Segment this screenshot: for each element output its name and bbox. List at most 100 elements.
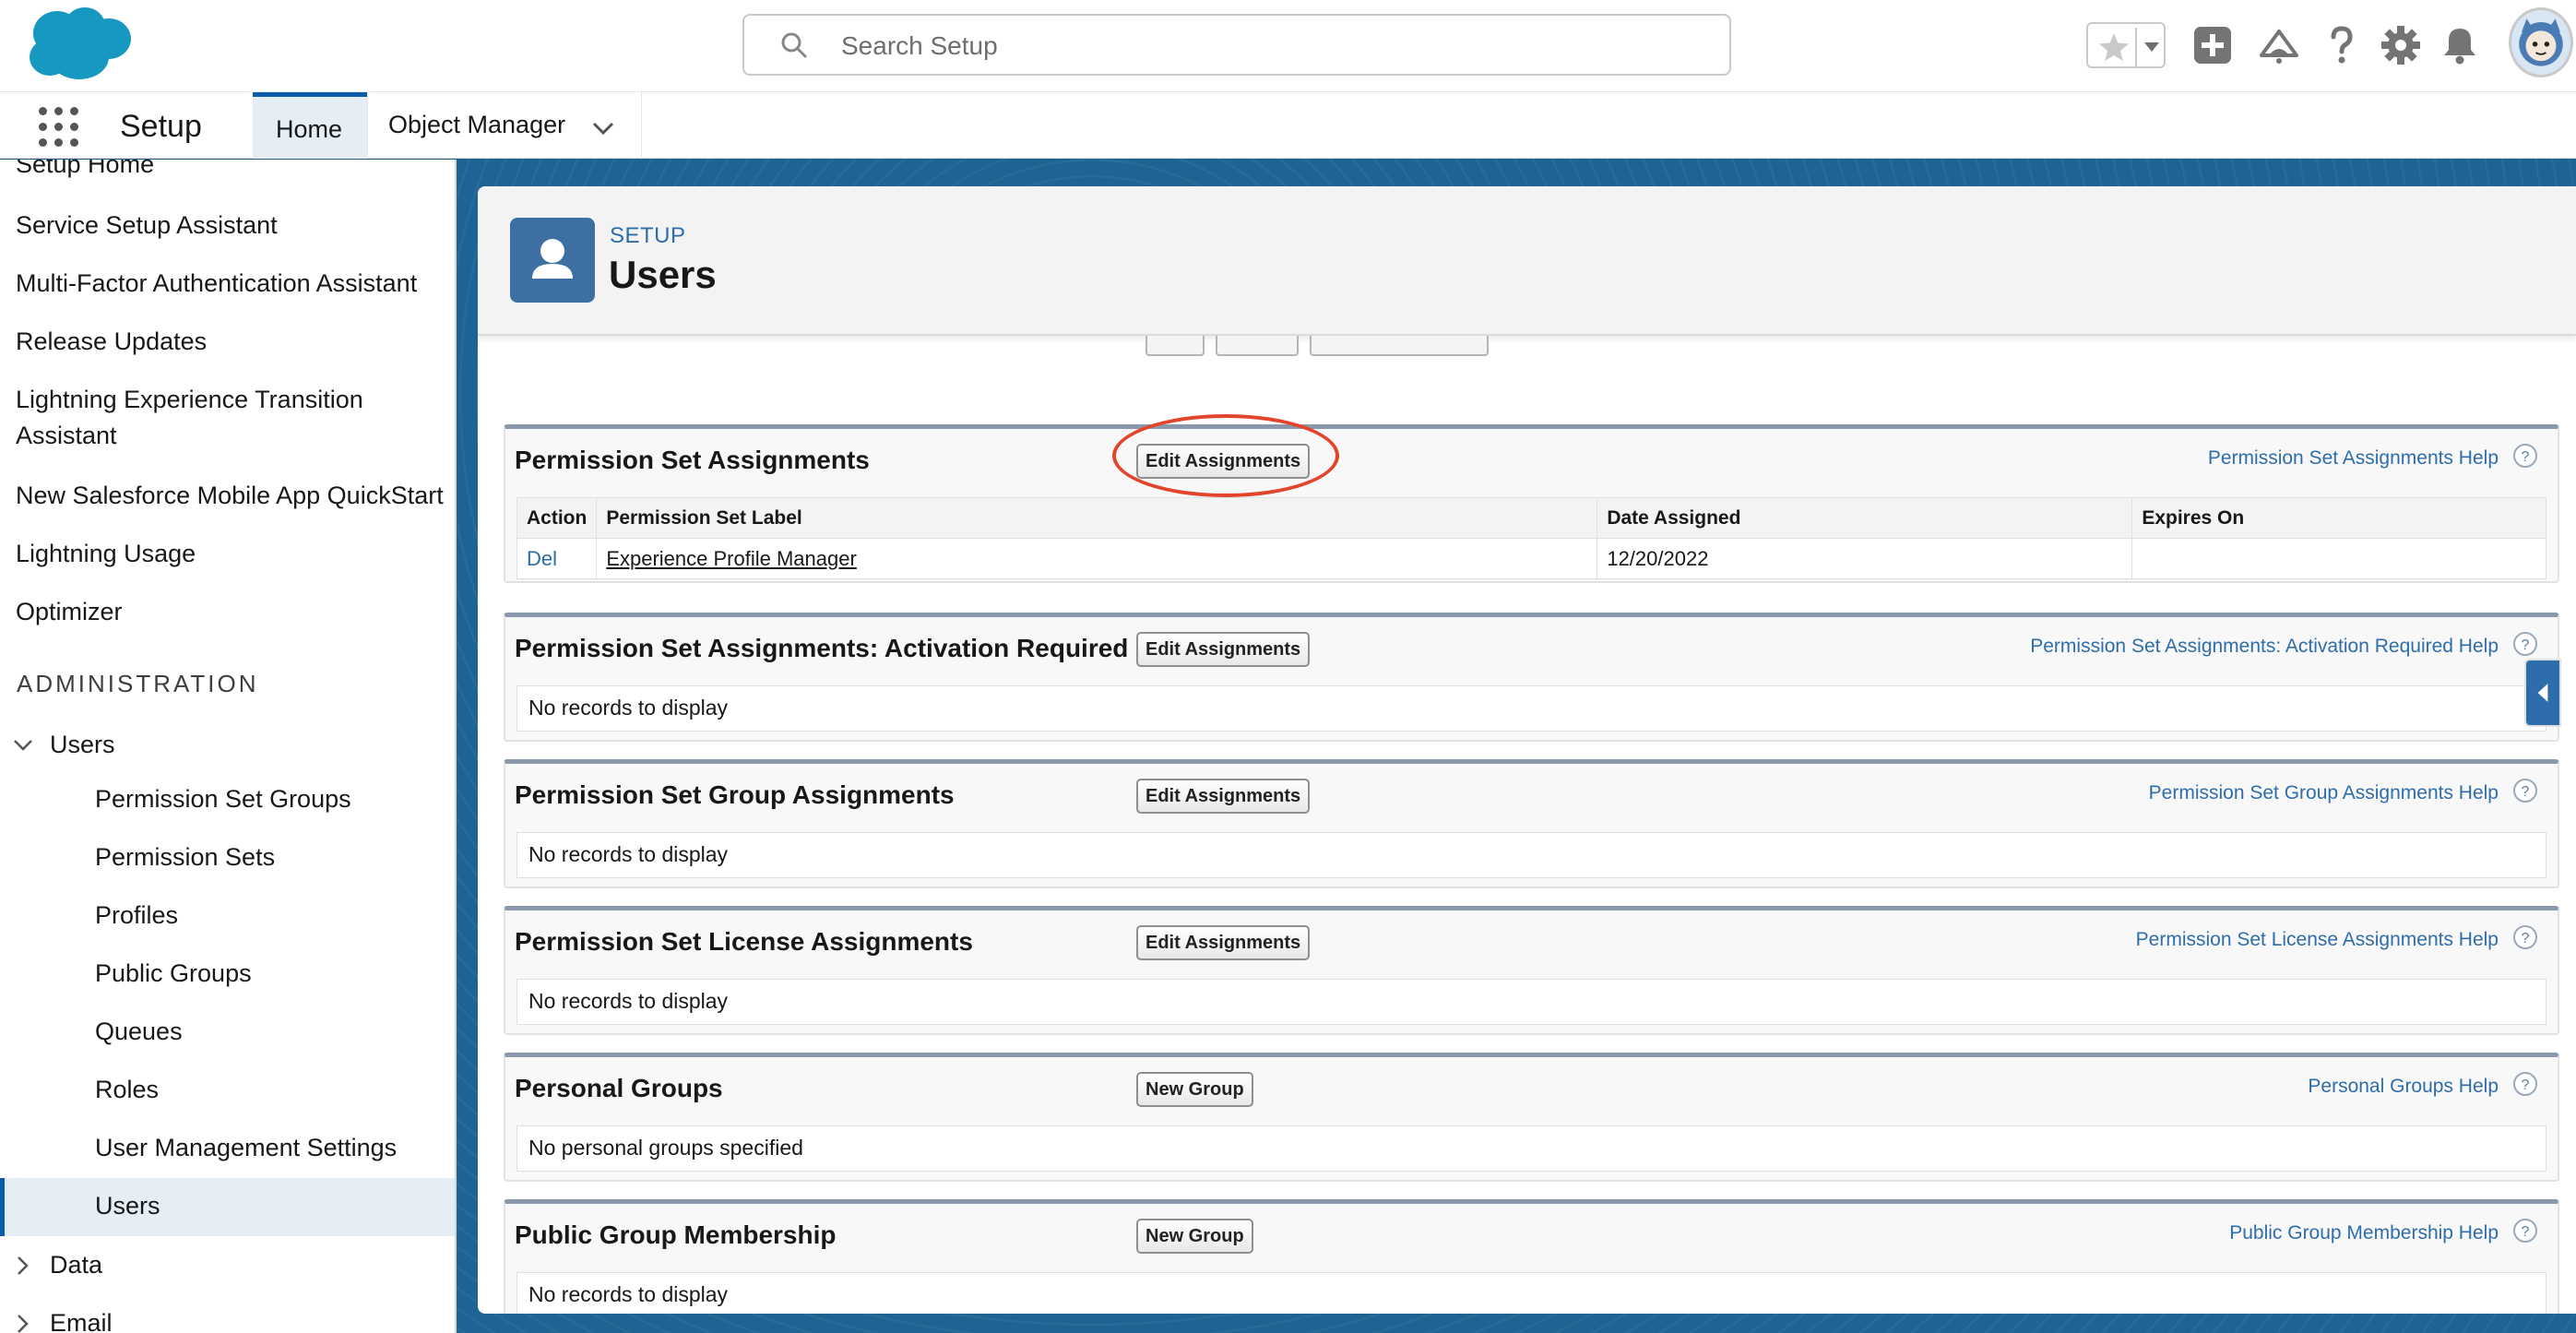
sidebar-item-mfa-assistant[interactable]: Multi-Factor Authentication Assistant	[16, 266, 417, 301]
delete-link[interactable]: Del	[527, 547, 557, 570]
bell-icon[interactable]	[2439, 24, 2481, 66]
column-header-label: Permission Set Label	[596, 497, 1598, 539]
empty-message: No records to display	[528, 1282, 729, 1306]
sidebar-item-lightning-transition-line2[interactable]: Assistant	[16, 418, 117, 453]
new-group-button[interactable]: New Group	[1136, 1219, 1253, 1254]
related-list-body: No records to display	[516, 685, 2546, 732]
sidebar-item-users-group[interactable]: Users	[50, 727, 115, 762]
search-setup-input[interactable]: Search Setup	[742, 14, 1731, 76]
help-link[interactable]: Permission Set License Assignments Help	[2136, 929, 2499, 951]
column-header-expires-on: Expires On	[2131, 497, 2546, 539]
page-header: SETUP Users	[478, 186, 2576, 336]
help-circle-icon[interactable]: ?	[2511, 630, 2539, 658]
help-link[interactable]: Permission Set Assignments: Activation R…	[2030, 636, 2499, 658]
sidebar-item-roles[interactable]: Roles	[95, 1076, 159, 1104]
tab-object-manager[interactable]: Object Manager	[367, 92, 642, 159]
svg-text:?: ?	[2522, 1224, 2530, 1240]
sidebar-item-lightning-usage[interactable]: Lightning Usage	[16, 536, 196, 571]
cut-off-button[interactable]	[1146, 336, 1205, 356]
related-list-activation-required: Permission Set Assignments: Activation R…	[504, 613, 2559, 742]
salesforce-cloud-logo[interactable]	[24, 6, 135, 83]
expires-on-cell	[2131, 538, 2546, 579]
permission-set-link[interactable]: Experience Profile Manager	[606, 547, 856, 570]
sidebar-item-permission-set-groups[interactable]: Permission Set Groups	[95, 785, 351, 814]
empty-message: No personal groups specified	[528, 1136, 803, 1160]
date-assigned-cell: 12/20/2022	[1597, 538, 2133, 579]
related-list-permission-set-group-assignments: Permission Set Group Assignments Edit As…	[504, 759, 2559, 888]
chevron-right-icon[interactable]	[11, 1254, 35, 1278]
gear-icon[interactable]	[2380, 24, 2422, 66]
favorites-divider	[2135, 28, 2137, 66]
svg-text:?: ?	[2522, 637, 2530, 653]
related-list-body: No records to display	[516, 979, 2546, 1025]
chevron-down-icon[interactable]	[589, 114, 617, 142]
table-header-row: Action Permission Set Label Date Assigne…	[516, 497, 2546, 539]
sidebar-item-user-management-settings[interactable]: User Management Settings	[95, 1134, 397, 1162]
related-list-permission-set-license-assignments: Permission Set License Assignments Edit …	[504, 906, 2559, 1035]
sidebar-item-setup-home[interactable]: Setup Home	[16, 160, 154, 182]
help-circle-icon[interactable]: ?	[2511, 1070, 2539, 1098]
related-list-permission-set-assignments: Permission Set Assignments Edit Assignme…	[504, 424, 2559, 583]
sidebar-item-permission-sets[interactable]: Permission Sets	[95, 843, 275, 872]
sidebar-item-mobile-quickstart[interactable]: New Salesforce Mobile App QuickStart	[16, 478, 444, 513]
edit-assignments-button[interactable]: Edit Assignments	[1136, 632, 1311, 667]
related-list-body: No records to display	[516, 1272, 2546, 1314]
sidebar-item-service-setup-assistant[interactable]: Service Setup Assistant	[16, 208, 278, 243]
sidebar-item-lightning-transition-line1[interactable]: Lightning Experience Transition	[16, 382, 363, 417]
cut-off-button[interactable]	[1310, 336, 1489, 356]
chevron-down-icon[interactable]	[11, 733, 35, 757]
trailhead-icon[interactable]	[2258, 24, 2300, 66]
side-panel-toggle[interactable]	[2524, 659, 2561, 727]
related-list-title: Personal Groups	[515, 1074, 723, 1102]
app-navigation-bar: Setup Home Object Manager	[0, 92, 2576, 159]
sidebar-item-release-updates[interactable]: Release Updates	[16, 324, 207, 359]
help-circle-icon[interactable]: ?	[2511, 777, 2539, 804]
chevron-down-icon[interactable]	[2143, 41, 2161, 54]
related-list-title: Public Group Membership	[515, 1220, 837, 1249]
related-list-title: Permission Set Group Assignments	[515, 780, 955, 809]
related-list-personal-groups: Personal Groups New Group Personal Group…	[504, 1053, 2559, 1182]
help-link[interactable]: Permission Set Group Assignments Help	[2149, 782, 2499, 804]
tab-object-manager-label: Object Manager	[388, 111, 566, 138]
new-group-button[interactable]: New Group	[1136, 1072, 1253, 1107]
help-icon[interactable]	[2321, 24, 2363, 66]
cut-off-button[interactable]	[1216, 336, 1299, 356]
sidebar-item-queues[interactable]: Queues	[95, 1018, 183, 1046]
page-eyebrow: SETUP	[610, 223, 686, 248]
svg-text:?: ?	[2522, 931, 2530, 946]
help-circle-icon[interactable]: ?	[2511, 442, 2539, 470]
edit-assignments-button[interactable]: Edit Assignments	[1136, 779, 1311, 814]
help-link[interactable]: Permission Set Assignments Help	[2208, 447, 2499, 470]
related-list-title: Permission Set Assignments: Activation R…	[515, 634, 1129, 662]
empty-message: No records to display	[528, 696, 729, 720]
related-list-body: No personal groups specified	[516, 1125, 2546, 1172]
app-launcher-grid-icon[interactable]	[39, 107, 79, 148]
sidebar-item-email[interactable]: Email	[50, 1305, 113, 1333]
user-avatar[interactable]	[2509, 7, 2573, 77]
star-icon[interactable]	[2097, 31, 2131, 63]
sidebar-item-optimizer[interactable]: Optimizer	[16, 594, 123, 629]
help-circle-icon[interactable]: ?	[2511, 1217, 2539, 1244]
annotation-highlight-ellipse	[1112, 414, 1339, 497]
related-list-title: Permission Set License Assignments	[515, 927, 973, 956]
sidebar-item-profiles[interactable]: Profiles	[95, 901, 178, 930]
favorites-button[interactable]	[2086, 22, 2166, 68]
help-link[interactable]: Public Group Membership Help	[2229, 1222, 2499, 1244]
column-header-action: Action	[516, 497, 598, 539]
svg-text:?: ?	[2522, 1077, 2530, 1093]
app-name: Setup	[120, 109, 202, 144]
content-card: SETUP Users Permission Set Assignments E…	[478, 186, 2576, 1314]
help-link[interactable]: Personal Groups Help	[2308, 1076, 2499, 1098]
chevron-right-icon[interactable]	[11, 1312, 35, 1333]
global-header: Search Setup	[0, 0, 2576, 92]
global-actions-plus-icon[interactable]	[2191, 24, 2234, 66]
page-title: Users	[609, 253, 717, 296]
help-circle-icon[interactable]: ?	[2511, 923, 2539, 951]
sidebar-item-data[interactable]: Data	[50, 1247, 102, 1282]
sidebar-item-public-groups[interactable]: Public Groups	[95, 959, 252, 988]
tab-home[interactable]: Home	[253, 92, 367, 159]
chevron-left-icon	[2537, 684, 2548, 702]
sidebar-item-users[interactable]: Users	[95, 1192, 160, 1220]
edit-assignments-button[interactable]: Edit Assignments	[1136, 925, 1311, 960]
search-placeholder: Search Setup	[841, 31, 998, 60]
